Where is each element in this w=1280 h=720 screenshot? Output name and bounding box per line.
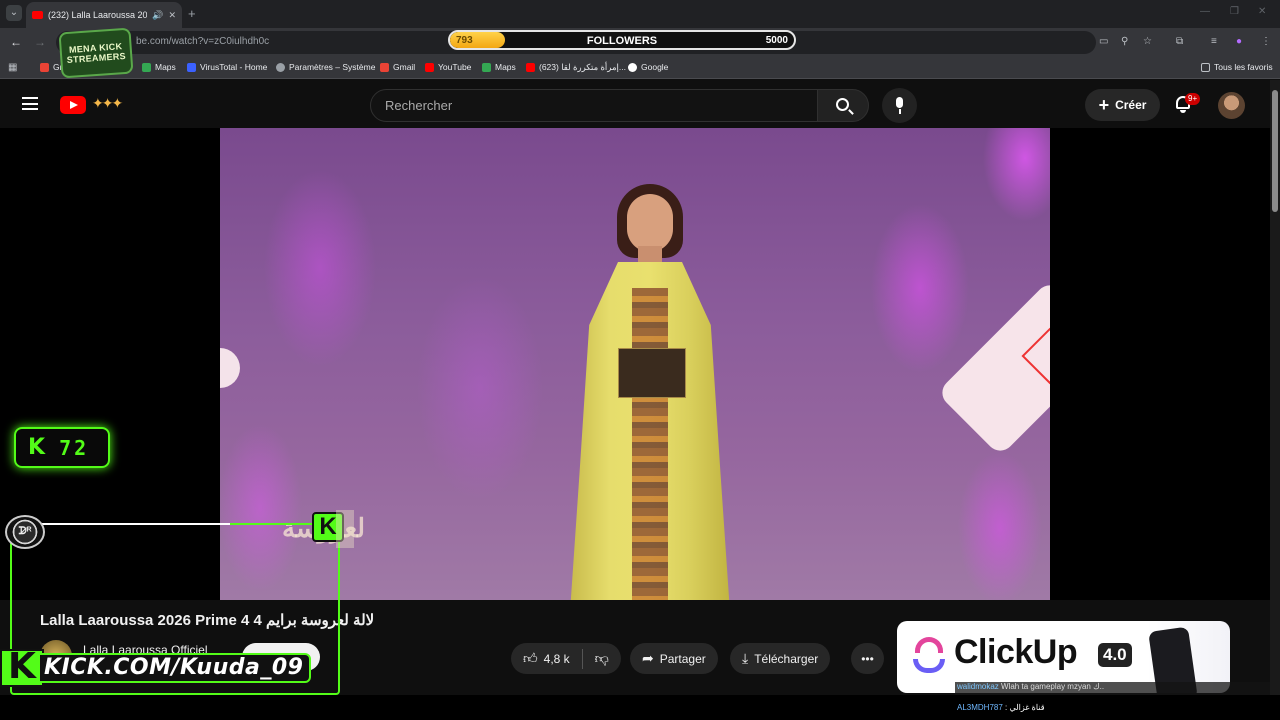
- gear-icon: [276, 62, 285, 72]
- maps-icon: [482, 62, 491, 72]
- tab-title: (232) Lalla Laaroussa 2026 P: [48, 10, 148, 20]
- download-button[interactable]: ⤓ Télécharger: [730, 643, 831, 674]
- ad-brand: ClickUp: [954, 633, 1078, 671]
- stage-decor-right: [936, 279, 1050, 457]
- scrollbar-thumb[interactable]: [1272, 90, 1278, 212]
- followers-current: 793: [456, 35, 473, 46]
- thumbs-up-icon[interactable]: 👍︎: [523, 650, 538, 667]
- chat-message: walidmokaz Wlah ta gameplay mzyan ك..: [955, 682, 1280, 695]
- forward-icon[interactable]: →: [34, 35, 46, 49]
- followers-goal-bar: FOLLOWERS 793 5000: [448, 30, 796, 50]
- youtube-header: ✦✦✦ Rechercher + Créer 9+: [0, 80, 1270, 130]
- kick-url-banner: K KICK.COM/Kuuda_09: [0, 649, 355, 687]
- search-input[interactable]: Rechercher: [370, 89, 818, 122]
- bottom-band: [0, 695, 1280, 720]
- search-button[interactable]: [817, 89, 869, 122]
- speaker-icon[interactable]: 🔊: [152, 10, 163, 21]
- download-icon: ⤓: [742, 650, 749, 666]
- profile-icon[interactable]: ●: [1236, 36, 1242, 47]
- bookmark-google[interactable]: Google: [628, 62, 668, 72]
- bookmark-maps-2[interactable]: Maps: [482, 62, 516, 72]
- maps-icon: [142, 62, 151, 72]
- viewer-count: 72: [59, 435, 90, 460]
- bookmark-youtube[interactable]: YouTube: [425, 62, 471, 72]
- bookmark-youtube-video[interactable]: (623) إمرأة متكررة لقا...: [526, 62, 626, 73]
- presenter-figure: [550, 178, 750, 600]
- account-avatar[interactable]: [1218, 92, 1245, 119]
- apps-grid-icon[interactable]: ▦: [8, 62, 17, 73]
- menu-kebab-icon[interactable]: ⋮: [1261, 36, 1271, 47]
- like-dislike-group: 👍︎ 4,8 k 👎︎: [511, 643, 621, 674]
- hamburger-menu-icon[interactable]: [22, 97, 38, 110]
- install-app-icon[interactable]: ▭: [1099, 36, 1108, 47]
- plus-icon: +: [1098, 95, 1110, 115]
- create-button[interactable]: + Créer: [1085, 89, 1160, 121]
- kick-viewer-counter: K 72: [14, 427, 110, 468]
- share-button[interactable]: ➦ Partager: [630, 643, 718, 674]
- virustotal-icon: [187, 62, 196, 72]
- browser-tab[interactable]: (232) Lalla Laaroussa 2026 P 🔊 ✕: [26, 2, 182, 28]
- youtube-icon: [526, 63, 535, 72]
- youtube-logo[interactable]: [60, 96, 86, 114]
- search-icon: [836, 98, 849, 111]
- back-icon[interactable]: ←: [10, 35, 22, 49]
- folder-icon: [1201, 62, 1210, 72]
- more-actions-button[interactable]: •••: [851, 643, 884, 674]
- more-icon: •••: [861, 651, 874, 666]
- extensions-icon[interactable]: ⧉: [1176, 36, 1183, 47]
- new-tab-icon[interactable]: +: [188, 6, 196, 21]
- gmail-icon: [40, 62, 49, 72]
- stage-decor-left: [220, 348, 240, 388]
- kick-url-text: KICK.COM/Kuuda_09: [38, 653, 312, 683]
- gmail-icon: [380, 62, 389, 72]
- maximize-icon[interactable]: ❐: [1230, 6, 1239, 17]
- bookmark-gmail[interactable]: Gmail: [380, 62, 415, 72]
- notification-badge: 9+: [1185, 93, 1201, 105]
- like-count[interactable]: 4,8 k: [544, 652, 570, 666]
- mena-kick-streamers-logo: MENA KICK STREAMERS: [58, 27, 134, 79]
- youtube-favicon-icon: [32, 11, 43, 19]
- thumbs-down-icon[interactable]: 👎︎: [595, 650, 609, 667]
- kick-corner-logo-icon: K: [312, 510, 354, 548]
- followers-goal: 5000: [765, 35, 788, 46]
- minimize-icon[interactable]: —: [1200, 6, 1210, 17]
- bookmark-star-icon[interactable]: ☆: [1143, 36, 1152, 47]
- search-placeholder: Rechercher: [385, 98, 453, 113]
- tab-close-icon[interactable]: ✕: [168, 10, 176, 21]
- bookmark-parametres[interactable]: Paramètres – Système: [276, 62, 375, 72]
- clickup-logo-icon: [913, 635, 947, 675]
- window-close-icon[interactable]: ✕: [1258, 6, 1266, 17]
- screen: ⌄ (232) Lalla Laaroussa 2026 P 🔊 ✕ + — ❐…: [0, 0, 1280, 720]
- share-icon: ➦: [642, 650, 654, 666]
- microphone-icon: [896, 97, 903, 108]
- followers-label: FOLLOWERS: [586, 35, 658, 47]
- tab-strip: ⌄ (232) Lalla Laaroussa 2026 P 🔊 ✕ + — ❐…: [0, 0, 1280, 28]
- page-scrollbar[interactable]: [1270, 80, 1280, 695]
- chat-message-2: AL3MDH787 : قناة غزالي: [957, 703, 1045, 712]
- youtube-doodle-icon[interactable]: ✦✦✦: [92, 95, 123, 112]
- voice-search-button[interactable]: [882, 88, 917, 123]
- bookmark-maps[interactable]: Maps: [142, 62, 176, 72]
- bookmark-virustotal[interactable]: VirusTotal - Home: [187, 62, 267, 72]
- tab-search-button[interactable]: ⌄: [6, 5, 22, 21]
- zoom-icon[interactable]: ⚲: [1121, 36, 1128, 47]
- ad-version-badge: 4.0: [1098, 643, 1132, 667]
- bookmarks-bar: ▦ Gm Maps VirusTotal - Home Paramètres –…: [0, 57, 1280, 79]
- google-icon: [628, 62, 637, 72]
- youtube-icon: [425, 62, 434, 72]
- media-icon[interactable]: ≡: [1211, 36, 1217, 47]
- all-bookmarks[interactable]: Tous les favoris: [1201, 62, 1273, 72]
- url-text: be.com/watch?v=zC0iulhdh0c: [136, 36, 270, 47]
- streamer-badge-icon: ᗪ̷ᴿ: [5, 515, 45, 549]
- kick-logo-icon: K: [28, 435, 46, 460]
